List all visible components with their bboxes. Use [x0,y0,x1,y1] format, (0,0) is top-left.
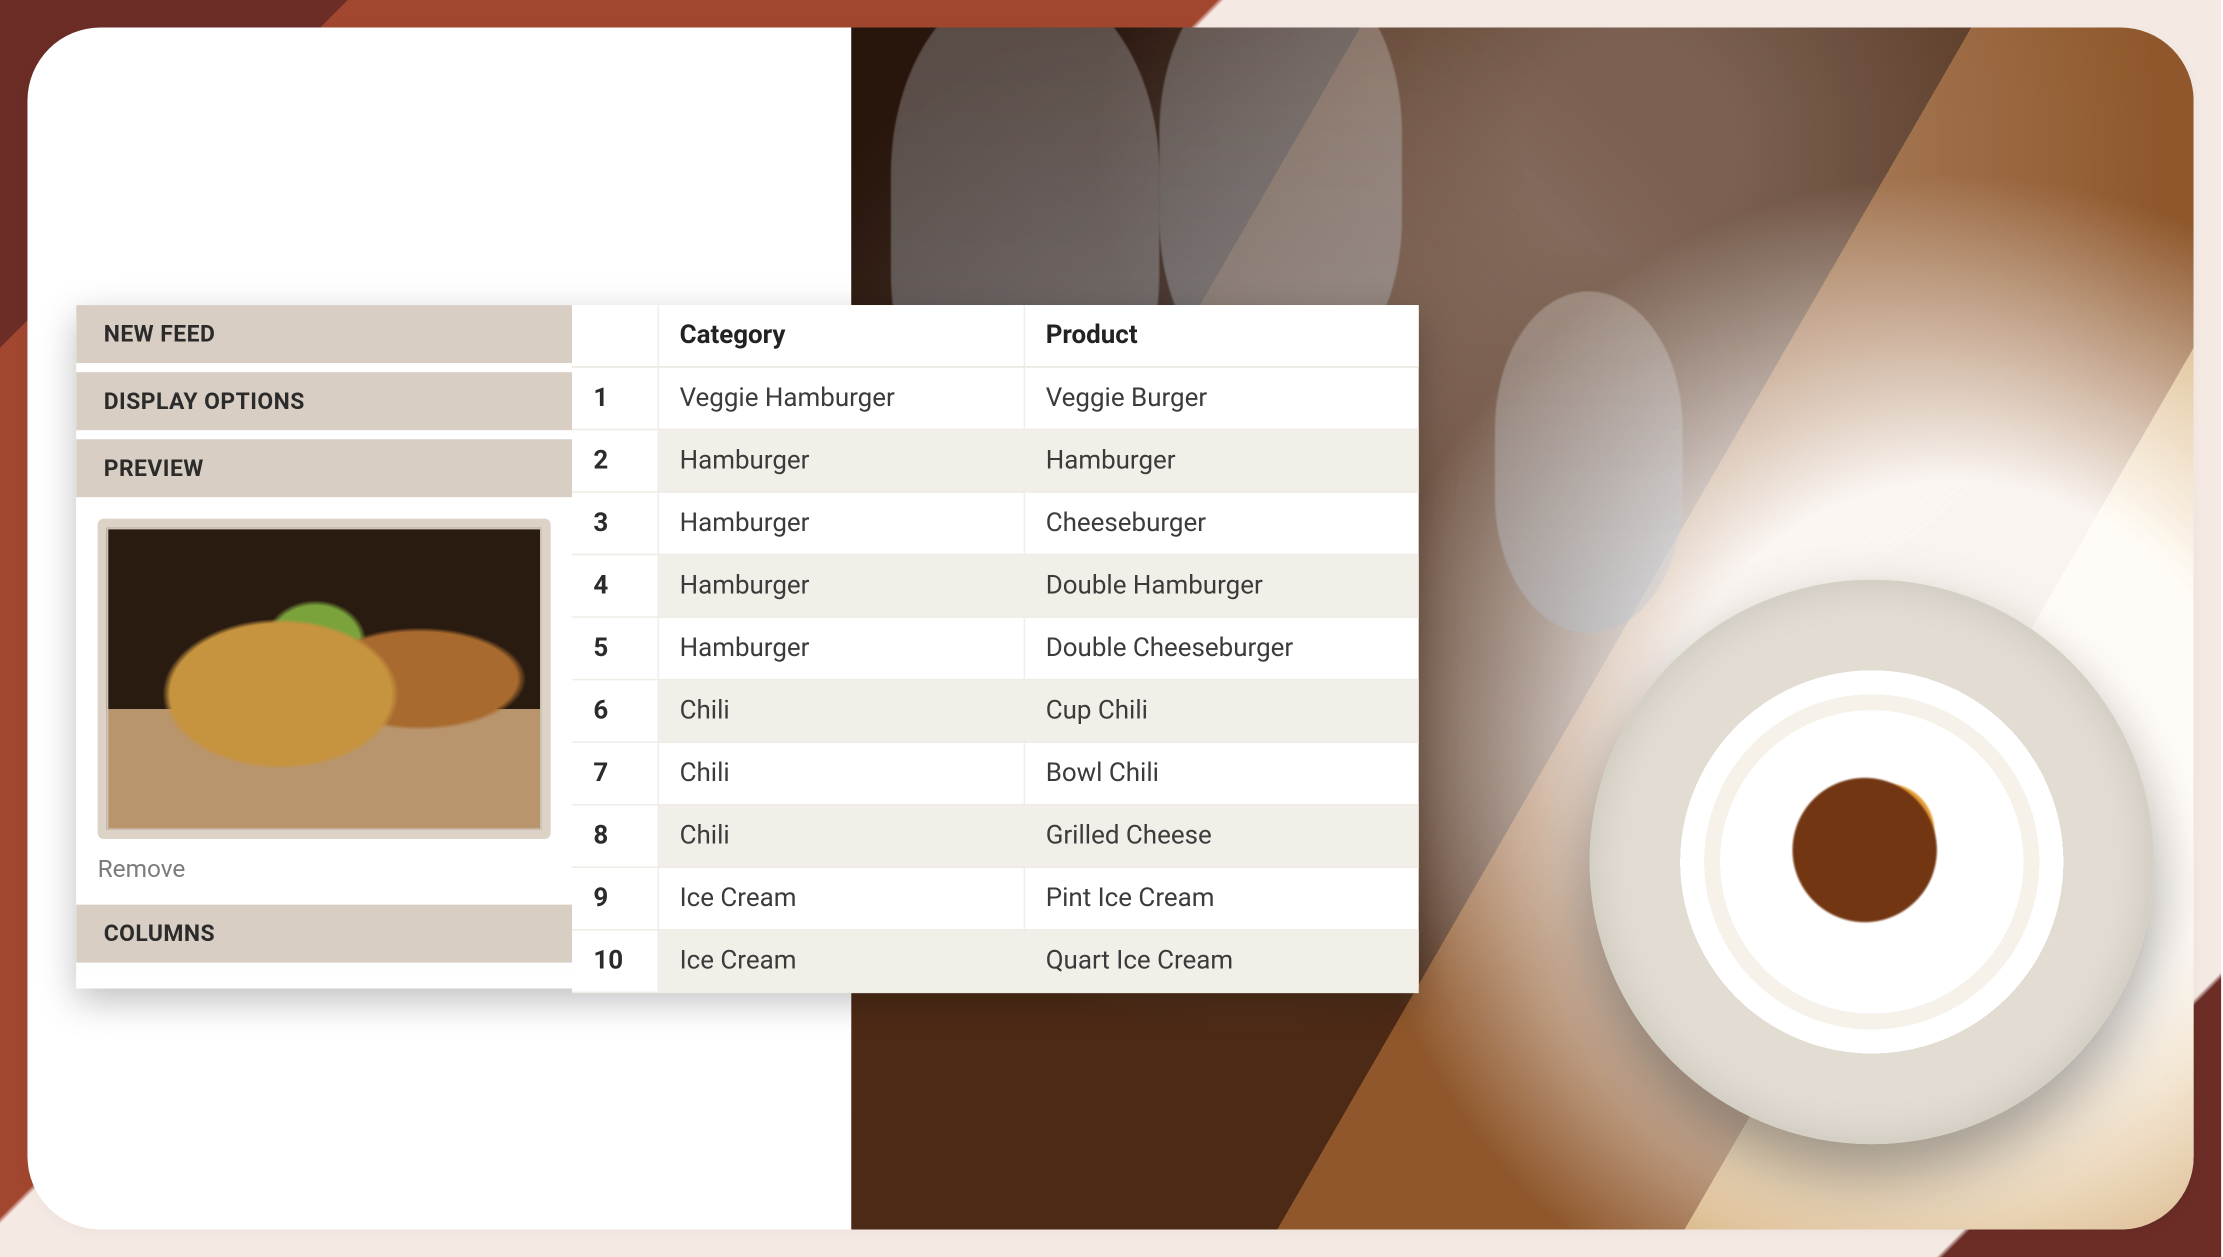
row-index: 9 [572,867,657,930]
water-glass-icon [1495,292,1683,634]
row-product: Double Hamburger [1024,555,1419,618]
remove-preview-link[interactable]: Remove [98,854,551,883]
row-category: Ice Cream [657,930,1023,993]
row-product: Veggie Burger [1024,367,1419,430]
col-index [572,305,657,367]
row-category: Hamburger [657,617,1023,680]
row-product: Cup Chili [1024,680,1419,743]
row-product: Quart Ice Cream [1024,930,1419,993]
row-category: Chili [657,742,1023,805]
table-row[interactable]: 7ChiliBowl Chili [572,742,1419,805]
row-index: 6 [572,680,657,743]
row-product: Bowl Chili [1024,742,1419,805]
row-index: 1 [572,367,657,430]
row-category: Veggie Hamburger [657,367,1023,430]
row-product: Double Cheeseburger [1024,617,1419,680]
feed-table-wrap: Category Product 1Veggie HamburgerVeggie… [572,305,1419,988]
sidebar-item-new-feed[interactable]: NEW FEED [76,305,572,372]
preview-panel: Remove [76,497,572,898]
table-row[interactable]: 9Ice CreamPint Ice Cream [572,867,1419,930]
row-category: Hamburger [657,555,1023,618]
col-category[interactable]: Category [657,305,1023,367]
row-index: 2 [572,429,657,492]
sidebar: NEW FEED DISPLAY OPTIONS PREVIEW Remove … [76,305,572,988]
feed-table: Category Product 1Veggie HamburgerVeggie… [572,305,1419,993]
row-product: Pint Ice Cream [1024,867,1419,930]
row-index: 5 [572,617,657,680]
row-category: Chili [657,680,1023,743]
preview-image[interactable] [98,519,551,839]
row-index: 10 [572,930,657,993]
row-product: Cheeseburger [1024,492,1419,555]
row-index: 4 [572,555,657,618]
row-index: 3 [572,492,657,555]
sidebar-item-columns[interactable]: COLUMNS [76,905,572,972]
sidebar-spacer [76,972,572,987]
table-row[interactable]: 3HamburgerCheeseburger [572,492,1419,555]
plate-icon [1589,580,2153,1144]
sidebar-item-preview[interactable]: PREVIEW [76,439,572,497]
table-row[interactable]: 2HamburgerHamburger [572,429,1419,492]
col-product[interactable]: Product [1024,305,1419,367]
sidebar-item-display-options[interactable]: DISPLAY OPTIONS [76,372,572,439]
row-product: Hamburger [1024,429,1419,492]
table-row[interactable]: 4HamburgerDouble Hamburger [572,555,1419,618]
table-row[interactable]: 6ChiliCup Chili [572,680,1419,743]
row-category: Chili [657,805,1023,868]
table-row[interactable]: 8ChiliGrilled Cheese [572,805,1419,868]
table-header-row: Category Product [572,305,1419,367]
table-row[interactable]: 5HamburgerDouble Cheeseburger [572,617,1419,680]
table-row[interactable]: 10Ice CreamQuart Ice Cream [572,930,1419,993]
row-category: Hamburger [657,492,1023,555]
table-row[interactable]: 1Veggie HamburgerVeggie Burger [572,367,1419,430]
row-index: 8 [572,805,657,868]
editor-overlay: NEW FEED DISPLAY OPTIONS PREVIEW Remove … [76,305,1418,988]
row-index: 7 [572,742,657,805]
row-category: Hamburger [657,429,1023,492]
row-product: Grilled Cheese [1024,805,1419,868]
row-category: Ice Cream [657,867,1023,930]
